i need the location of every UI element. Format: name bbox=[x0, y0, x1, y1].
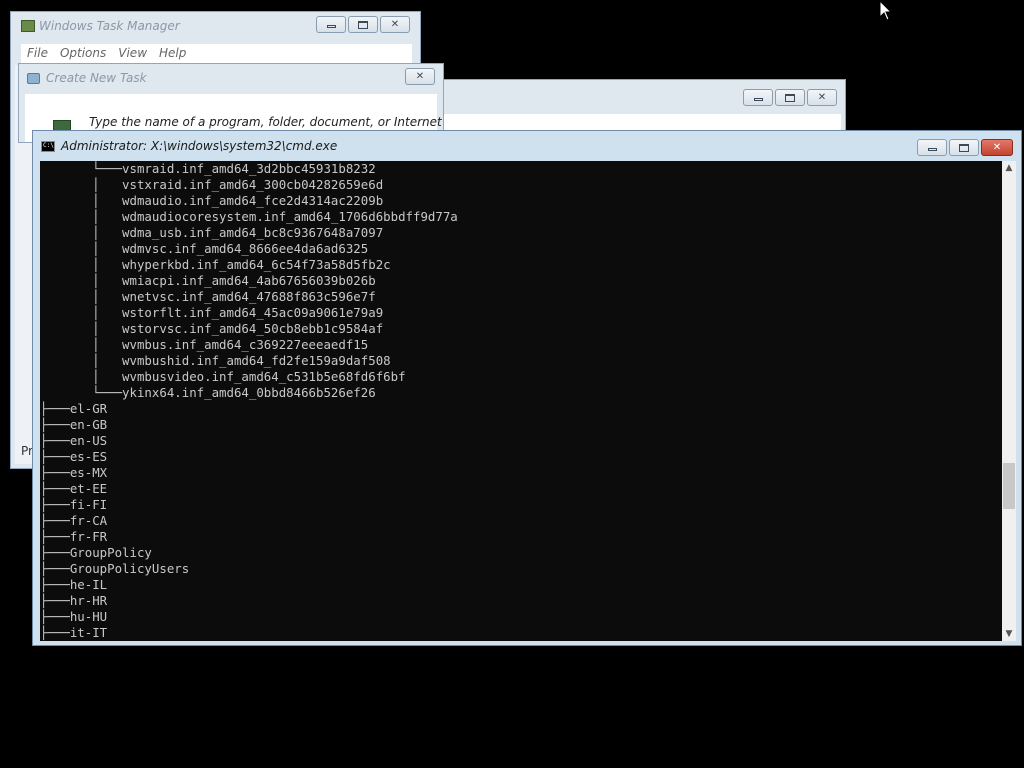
cmd-maximize-button[interactable] bbox=[949, 139, 979, 156]
console-line: ├───GroupPolicyUsers bbox=[40, 561, 190, 576]
maximize-icon bbox=[785, 93, 795, 102]
console-line: ├───en-GB bbox=[40, 417, 108, 432]
task-manager-minimize-button[interactable] bbox=[316, 16, 346, 33]
console-line: │ wnetvsc.inf_amd64_47688f863c596e7f bbox=[40, 289, 376, 304]
console-line: ├───GroupPolicy bbox=[40, 545, 152, 560]
create-task-title: Create New Task bbox=[46, 71, 147, 85]
console-line: └───vsmraid.inf_amd64_3d2bbc45931b8232 bbox=[40, 161, 376, 176]
background-maximize-button[interactable] bbox=[775, 89, 805, 106]
create-task-close-button[interactable]: ✕ bbox=[405, 68, 435, 85]
cmd-window: C:\ Administrator: X:\windows\system32\c… bbox=[32, 130, 1022, 646]
cmd-minimize-button[interactable] bbox=[917, 139, 947, 156]
console-line: │ wvmbushid.inf_amd64_fd2fe159a9daf508 bbox=[40, 353, 391, 368]
console-line: │ wstorvsc.inf_amd64_50cb8ebb1c9584af bbox=[40, 321, 384, 336]
minimize-icon bbox=[927, 148, 937, 151]
console-line: ├───es-ES bbox=[40, 449, 108, 464]
minimize-icon bbox=[753, 98, 763, 101]
console-line: ├───fi-FI bbox=[40, 497, 108, 512]
chevron-down-icon[interactable]: ▼ bbox=[1002, 627, 1016, 641]
console-icon: C:\ bbox=[41, 140, 55, 152]
close-icon: ✕ bbox=[992, 142, 1002, 153]
minimize-icon bbox=[326, 25, 336, 28]
task-manager-app-icon bbox=[21, 20, 35, 32]
task-manager-titlebar[interactable]: Windows Task Manager ✕ bbox=[11, 12, 420, 40]
console-line: ├───es-MX bbox=[40, 465, 108, 480]
scroll-thumb[interactable] bbox=[1003, 463, 1015, 509]
console-line: │ wdmaudio.inf_amd64_fce2d4314ac2209b bbox=[40, 193, 384, 208]
cmd-title: Administrator: X:\windows\system32\cmd.e… bbox=[61, 139, 338, 153]
background-minimize-button[interactable] bbox=[743, 89, 773, 106]
console-line: ├───fr-FR bbox=[40, 529, 108, 544]
console-line: │ whyperkbd.inf_amd64_6c54f73a58d5fb2c bbox=[40, 257, 391, 272]
background-close-button[interactable]: ✕ bbox=[807, 89, 837, 106]
console-line: │ wstorflt.inf_amd64_45ac09a9061e79a9 bbox=[40, 305, 384, 320]
console-line: │ wvmbusvideo.inf_amd64_c531b5e68fd6f6bf bbox=[40, 369, 406, 384]
console-line: ├───hr-HR bbox=[40, 593, 108, 608]
console-output[interactable]: └───vsmraid.inf_amd64_3d2bbc45931b8232 │… bbox=[40, 161, 1002, 641]
task-manager-maximize-button[interactable] bbox=[348, 16, 378, 33]
task-manager-close-button[interactable]: ✕ bbox=[380, 16, 410, 33]
cmd-titlebar[interactable]: C:\ Administrator: X:\windows\system32\c… bbox=[33, 131, 1021, 161]
console-line: ├───hu-HU bbox=[40, 609, 108, 624]
console-line: │ wmiacpi.inf_amd64_4ab67656039b026b bbox=[40, 273, 376, 288]
console-line: │ wdmaudiocoresystem.inf_amd64_1706d6bbd… bbox=[40, 209, 458, 224]
menu-options[interactable]: Options bbox=[54, 44, 112, 63]
mouse-pointer-icon bbox=[879, 0, 893, 21]
menu-view[interactable]: View bbox=[112, 44, 153, 63]
console-line: ├───it-IT bbox=[40, 625, 108, 640]
console-line: ├───et-EE bbox=[40, 481, 108, 496]
create-task-prompt: Type the name of a program, folder, docu… bbox=[89, 115, 442, 129]
close-icon: ✕ bbox=[415, 71, 425, 82]
close-icon: ✕ bbox=[817, 92, 827, 103]
console-line: ├───fr-CA bbox=[40, 513, 108, 528]
console-line: │ wdmvsc.inf_amd64_8666ee4da6ad6325 bbox=[40, 241, 369, 256]
console-line: │ wvmbus.inf_amd64_c369227eeeaedf15 bbox=[40, 337, 369, 352]
task-manager-title: Windows Task Manager bbox=[39, 19, 180, 33]
console-line: ├───el-GR bbox=[40, 401, 108, 416]
console-line: ├───he-IL bbox=[40, 577, 108, 592]
cmd-close-button[interactable]: ✕ bbox=[981, 139, 1013, 156]
create-task-titlebar[interactable]: Create New Task ✕ bbox=[19, 64, 443, 92]
console-line: │ wdma_usb.inf_amd64_bc8c9367648a7097 bbox=[40, 225, 384, 240]
close-icon: ✕ bbox=[390, 19, 400, 30]
run-icon bbox=[27, 72, 40, 84]
console-line: │ vstxraid.inf_amd64_300cb04282659e6d bbox=[40, 177, 384, 192]
console-line: └───ykinx64.inf_amd64_0bbd8466b526ef26 bbox=[40, 385, 376, 400]
vertical-scrollbar[interactable]: ▲ ▼ bbox=[1002, 161, 1016, 641]
console-line: ├───en-US bbox=[40, 433, 108, 448]
maximize-icon bbox=[358, 20, 368, 29]
menu-file[interactable]: File bbox=[21, 44, 54, 63]
menu-help[interactable]: Help bbox=[153, 44, 192, 63]
task-manager-menubar: File Options View Help bbox=[21, 44, 412, 63]
chevron-up-icon[interactable]: ▲ bbox=[1002, 161, 1016, 175]
console-text: └───vsmraid.inf_amd64_3d2bbc45931b8232 │… bbox=[40, 161, 1002, 641]
maximize-icon bbox=[959, 143, 969, 152]
